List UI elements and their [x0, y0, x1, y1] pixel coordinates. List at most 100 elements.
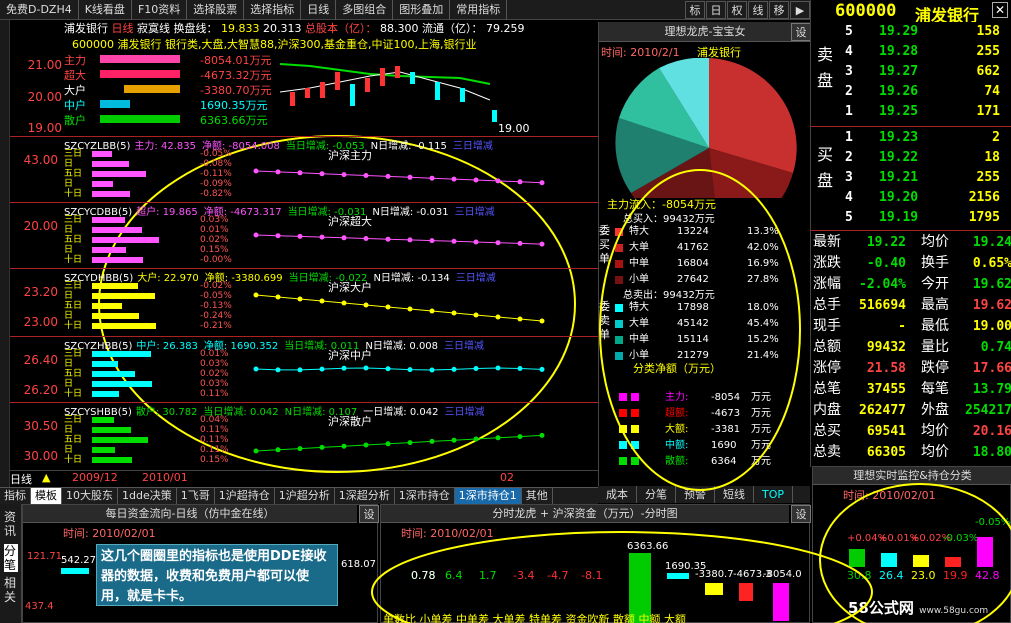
menu-item[interactable]: K线看盘 — [79, 0, 132, 20]
toolbar-button[interactable]: 日 — [706, 0, 726, 19]
settings-button[interactable]: 设 — [791, 23, 811, 41]
menu-item[interactable]: 常用指标 — [450, 0, 508, 20]
chart-period[interactable]: 日线 — [112, 22, 134, 35]
quote-value: -2.04% — [859, 277, 906, 292]
data-point — [429, 308, 435, 314]
row-value: -0.02% — [200, 281, 232, 291]
settings-button[interactable]: 设 — [791, 505, 811, 523]
row-label: 三日 — [64, 415, 83, 425]
tab[interactable]: 1深市持仓 — [395, 488, 455, 504]
row-value: 17898 — [677, 302, 709, 313]
tab[interactable]: 预警 — [676, 486, 715, 503]
order-price: 19.28 — [879, 44, 919, 59]
bar — [977, 537, 993, 567]
tab[interactable]: 1深市持仓1 — [454, 488, 522, 504]
value-label: 42.8 — [975, 569, 1000, 582]
row-bar — [92, 371, 135, 377]
y-tick: 121.71 — [27, 551, 62, 562]
tab[interactable]: 1沪超分析 — [275, 488, 335, 504]
panel-row: 日 0.01% — [64, 225, 244, 235]
tab[interactable]: 其他 — [522, 488, 553, 504]
left-tab-strip: 资讯 分笔 相关 — [0, 504, 22, 623]
tab[interactable]: 分笔 — [4, 544, 18, 572]
tab[interactable]: 指标 — [0, 488, 31, 504]
tab[interactable]: 1dde决策 — [118, 488, 177, 504]
value-label: 0.78 — [411, 569, 436, 582]
color-swatch — [619, 457, 627, 465]
bar — [667, 573, 689, 579]
quote-value: 254217 — [965, 403, 1011, 418]
data-point — [407, 306, 413, 312]
legend-bar — [100, 70, 180, 78]
data-point — [341, 172, 347, 178]
tab-active[interactable]: 模板 — [31, 488, 62, 504]
settings-button[interactable]: 设 — [359, 505, 379, 523]
chart-indicator[interactable]: 寂寞线 — [137, 22, 170, 35]
toolbar-button[interactable]: 移 — [769, 0, 789, 19]
menu-item[interactable]: F10资料 — [132, 0, 188, 20]
row-value: -8054 — [711, 392, 741, 403]
legend-value: -4673.32万元 — [200, 69, 272, 82]
menu-item[interactable]: 多图组合 — [336, 0, 394, 20]
table-row: 大额: -3381 万元 — [619, 422, 799, 438]
menu-item[interactable]: 日线 — [301, 0, 337, 20]
bar — [881, 553, 897, 567]
tab[interactable]: 1深超分析 — [335, 488, 395, 504]
row-value: -0.05% — [200, 291, 232, 301]
triangle-icon[interactable]: ▲ — [42, 471, 50, 484]
price-tick: 20.00 — [27, 90, 62, 104]
candle — [350, 84, 355, 106]
buy-table: 特大 13224 13.3% 大单 41762 42.0% 中单 16804 16.9% 小单 27… — [601, 224, 801, 288]
close-icon[interactable]: ✕ — [992, 2, 1008, 18]
row-label: 日 — [64, 445, 74, 455]
bar — [849, 549, 865, 567]
row-label: 日 — [64, 425, 74, 435]
row-pct: 27.8% — [747, 274, 779, 285]
row-label: 十日 — [64, 455, 83, 465]
indicator-value: 三日增减 — [452, 141, 493, 152]
data-point — [363, 365, 369, 371]
tab[interactable]: 10大股东 — [62, 488, 118, 504]
menu-item[interactable]: 图形叠加 — [393, 0, 451, 20]
candle — [435, 82, 440, 100]
data-point — [495, 178, 501, 184]
scroll-right-icon[interactable]: ▶ — [790, 0, 810, 19]
tab[interactable]: 相关 — [4, 576, 18, 604]
legend-row: 散户 6363.66万元 — [64, 112, 284, 127]
tab[interactable]: 资讯 — [4, 510, 18, 538]
toolbar-button[interactable]: 线 — [748, 0, 768, 19]
tab[interactable]: 分笔 — [637, 486, 676, 503]
tab[interactable]: 短线 — [715, 486, 754, 503]
tab[interactable]: 1飞哥 — [177, 488, 215, 504]
tab[interactable]: 1沪超持仓 — [215, 488, 275, 504]
quote-row: 总手 516694 最高 19.62 — [811, 295, 1011, 316]
period-label[interactable]: 日线 — [10, 471, 32, 487]
indicator-line — [253, 365, 545, 373]
data-point — [253, 232, 259, 238]
candle — [410, 72, 415, 84]
menu-item[interactable]: 免费D-DZH4 — [0, 0, 79, 20]
row-value: -3381 — [711, 424, 741, 435]
panel-row: 十日 -0.21% — [64, 321, 244, 331]
candle — [290, 92, 295, 106]
data-point — [275, 367, 281, 373]
menu-bar: 免费D-DZH4 K线看盘 F10资料 选择股票 选择指标 日线 多图组合 图形… — [0, 0, 810, 20]
row-value: 0.11% — [200, 389, 229, 399]
data-point — [539, 318, 545, 324]
toolbar-button[interactable]: 权 — [727, 0, 747, 19]
quote-row: 总卖 66305 均价 18.80 — [811, 442, 1011, 463]
color-swatch — [615, 352, 623, 360]
menu-item[interactable]: 选择指标 — [244, 0, 302, 20]
tab[interactable]: TOP — [754, 486, 794, 503]
quote-key: 最低 — [921, 318, 949, 334]
menu-item[interactable]: 选择股票 — [187, 0, 245, 20]
panel-title: 理想龙虎-宝宝女 — [599, 22, 811, 42]
toolbar-button[interactable]: 标 — [685, 0, 705, 19]
price-tick: 21.00 — [27, 58, 62, 72]
tab[interactable]: 成本 — [598, 486, 637, 503]
order-book: 卖盘 买盘 5 19.29 158 4 19.28 255 3 19.27 662 2 19.26 7… — [810, 22, 1011, 467]
panel-row: 十日 0.15% — [64, 455, 244, 465]
row-label: 日 — [64, 159, 74, 169]
row-unit: 万元 — [751, 440, 771, 451]
order-row: 3 19.27 662 — [811, 62, 1011, 82]
